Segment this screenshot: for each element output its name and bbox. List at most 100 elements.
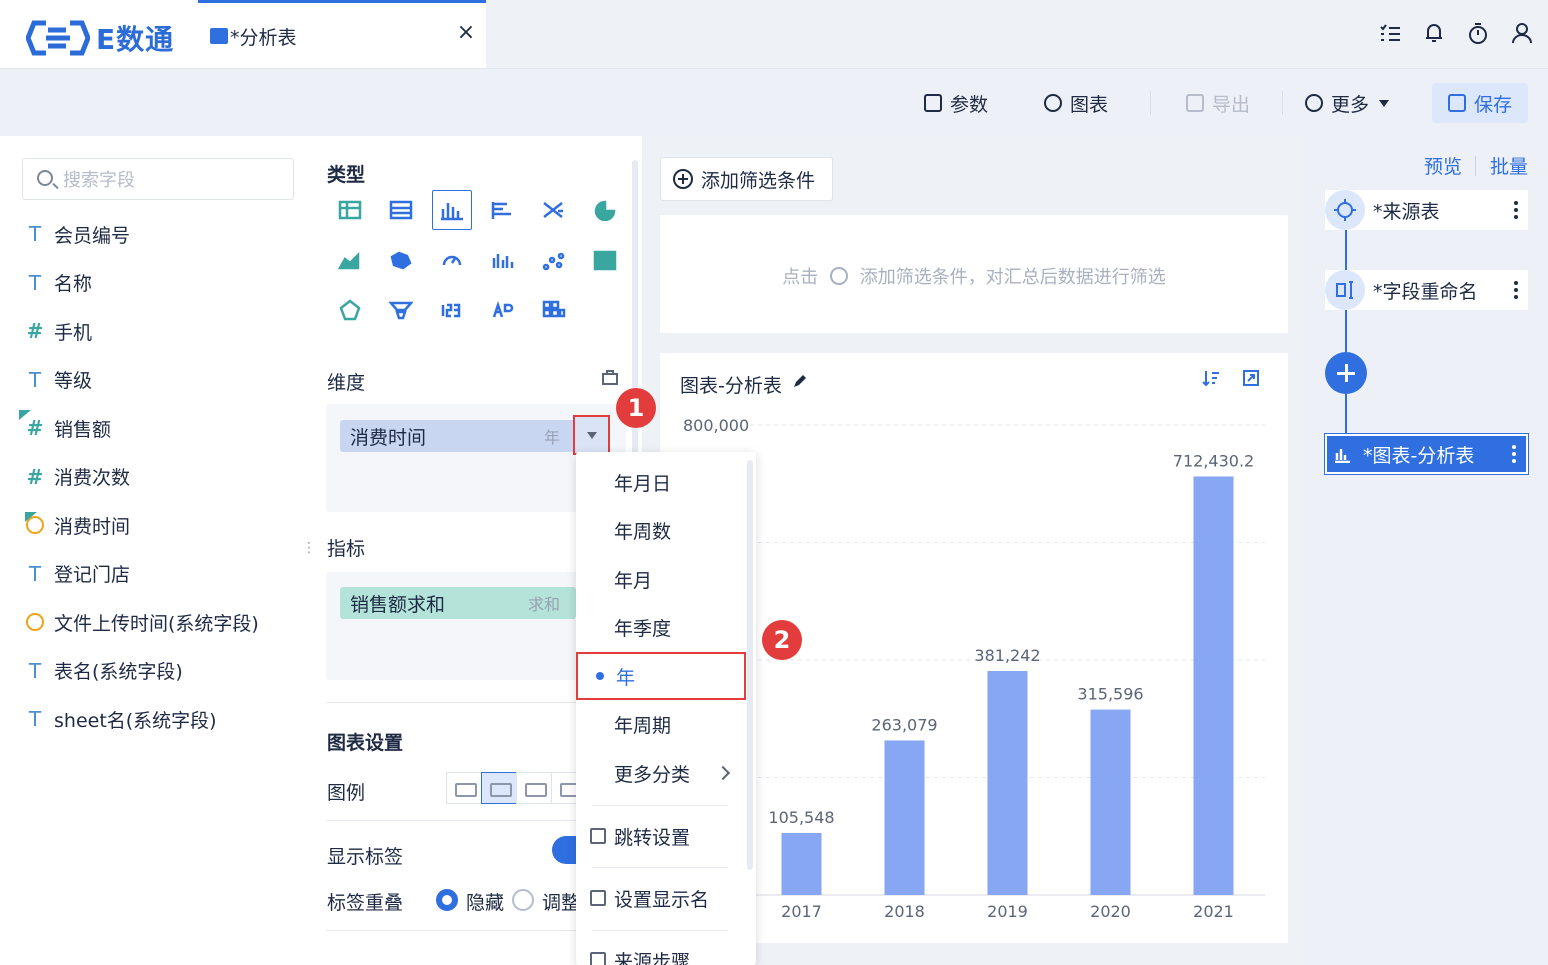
bar-chart-icon[interactable] [432, 190, 472, 230]
menu-item[interactable]: 年月 [576, 555, 746, 603]
field-label: 登记门店 [54, 564, 131, 586]
text-type-icon: T [28, 367, 42, 392]
more-button[interactable]: 更多 [1305, 87, 1390, 119]
gauge-icon[interactable] [432, 240, 472, 280]
steps-panel: 预览 批量 *来源表 *字段重命名 *图表-分析表 [1305, 136, 1548, 965]
step-chart-analysis[interactable]: *图表-分析表 [1324, 433, 1529, 475]
field-item[interactable]: T 等级 [22, 364, 92, 396]
bell-icon[interactable] [1422, 20, 1446, 46]
field-label: sheet名(系统字段) [54, 709, 217, 732]
heatmap-icon[interactable] [534, 290, 574, 330]
menu-scrollbar[interactable] [747, 460, 753, 870]
dimension-dropdown-button[interactable] [573, 415, 610, 455]
legend-label: 图例 [327, 782, 366, 804]
dimension-pill-label: 消费时间 [350, 426, 427, 449]
show-label-label: 显示标签 [327, 846, 404, 868]
horizontal-bar-icon[interactable] [483, 190, 523, 230]
step-connector [1345, 394, 1347, 434]
toolbar-divider [1150, 91, 1151, 115]
field-item[interactable]: 文件上传时间(系统字段) [22, 606, 259, 638]
legend-right-option[interactable] [481, 772, 517, 804]
clear-icon[interactable] [600, 368, 620, 386]
field-item[interactable]: T 名称 [22, 267, 92, 299]
add-chart-button[interactable]: 图表 [1044, 87, 1108, 119]
text-type-icon: T [28, 658, 42, 683]
toolbar: 参数 图表 导出 更多 保存 [0, 68, 1548, 136]
menu-item[interactable]: 年月日 [576, 458, 746, 506]
field-item[interactable]: T 表名(系统字段) [22, 655, 183, 687]
overlap-adjust-radio[interactable] [512, 889, 534, 911]
logo: E数通 [0, 0, 198, 75]
field-item[interactable]: T 会员编号 [22, 218, 130, 250]
add-filter-button[interactable]: 添加筛选条件 [660, 157, 833, 201]
scatter-icon[interactable] [534, 240, 574, 280]
data-label: 315,596 [1077, 685, 1143, 704]
more-vertical-icon[interactable] [1512, 445, 1516, 463]
step-marker-1: 1 [616, 388, 656, 428]
field-item[interactable]: 消费时间 [22, 509, 130, 541]
radar-icon[interactable] [330, 290, 370, 330]
add-step-button[interactable] [1325, 352, 1367, 394]
x-tick-label: 2021 [1193, 902, 1234, 921]
close-icon[interactable]: × [454, 21, 478, 45]
preview-link[interactable]: 预览 [1424, 152, 1462, 179]
field-item[interactable]: Tsheet名(系统字段) [22, 703, 217, 735]
menu-item[interactable]: 年周期 [576, 701, 746, 749]
data-label: 712,430.2 [1173, 451, 1254, 470]
jump-settings-icon [590, 828, 606, 844]
menu-divider [592, 930, 728, 931]
menu-item[interactable]: 年周数 [576, 507, 746, 555]
params-button[interactable]: 参数 [924, 87, 988, 119]
dimension-pill[interactable]: 消费时间 年 [340, 420, 576, 452]
field-item[interactable]: T 登记门店 [22, 558, 130, 590]
x-tick-label: 2018 [884, 902, 925, 921]
grouped-bar-icon[interactable] [483, 240, 523, 280]
data-label: 381,242 [974, 646, 1040, 665]
chart-settings-title: 图表设置 [327, 732, 404, 754]
indicator-pill[interactable]: 销售额求和 求和 [340, 587, 576, 619]
menu-action[interactable]: 设置显示名 [576, 874, 746, 922]
more-dots-icon [1305, 94, 1323, 112]
filter-hint: 点击 添加筛选条件，对汇总后数据进行筛选 [660, 263, 1288, 289]
treemap-icon[interactable] [585, 240, 625, 280]
overlap-hide-radio[interactable] [436, 889, 458, 911]
menu-action[interactable]: 跳转设置 [576, 812, 746, 860]
save-button[interactable]: 保存 [1432, 83, 1528, 123]
menu-item[interactable]: 更多分类 [576, 749, 746, 797]
save-icon [1447, 94, 1466, 112]
overlap-adjust-label: 调整 [542, 892, 581, 914]
more-vertical-icon[interactable] [1514, 201, 1518, 219]
step-source-table[interactable]: *来源表 [1325, 190, 1528, 230]
word-cloud-icon[interactable] [483, 290, 523, 330]
field-item[interactable]: # 消费次数 [22, 461, 130, 493]
funnel-icon[interactable] [381, 290, 421, 330]
bar [1193, 476, 1234, 895]
map-icon[interactable] [381, 240, 421, 280]
params-icon [924, 94, 942, 112]
field-item[interactable]: # 手机 [22, 315, 92, 347]
menu-item[interactable]: 年季度 [576, 604, 746, 652]
combo-chart-icon[interactable] [534, 190, 574, 230]
search-input[interactable] [63, 167, 283, 193]
legend-none-option[interactable] [446, 772, 482, 804]
user-icon[interactable] [1510, 20, 1534, 46]
field-item[interactable]: # 销售额 [19, 410, 111, 444]
list-check-icon[interactable] [1378, 20, 1402, 46]
timer-icon[interactable] [1466, 20, 1490, 46]
menu-item-selected[interactable]: 年 [576, 652, 746, 700]
menu-action[interactable]: 来源步骤 [576, 936, 746, 965]
export-button[interactable]: 导出 [1186, 87, 1250, 119]
table-icon[interactable] [330, 190, 370, 230]
tab-analysis[interactable]: *分析表 × [198, 0, 486, 68]
area-chart-icon[interactable] [330, 240, 370, 280]
pie-chart-icon[interactable] [585, 190, 625, 230]
batch-link[interactable]: 批量 [1490, 152, 1528, 179]
cross-table-icon[interactable] [381, 190, 421, 230]
legend-left-option[interactable] [516, 772, 552, 804]
more-vertical-icon[interactable] [1514, 281, 1518, 299]
step-label: *图表-分析表 [1363, 444, 1475, 467]
calculated-badge-icon [25, 512, 37, 522]
step-field-rename[interactable]: *字段重命名 [1325, 270, 1528, 310]
kpi-number-icon[interactable] [432, 290, 472, 330]
chevron-right-icon [715, 765, 731, 781]
